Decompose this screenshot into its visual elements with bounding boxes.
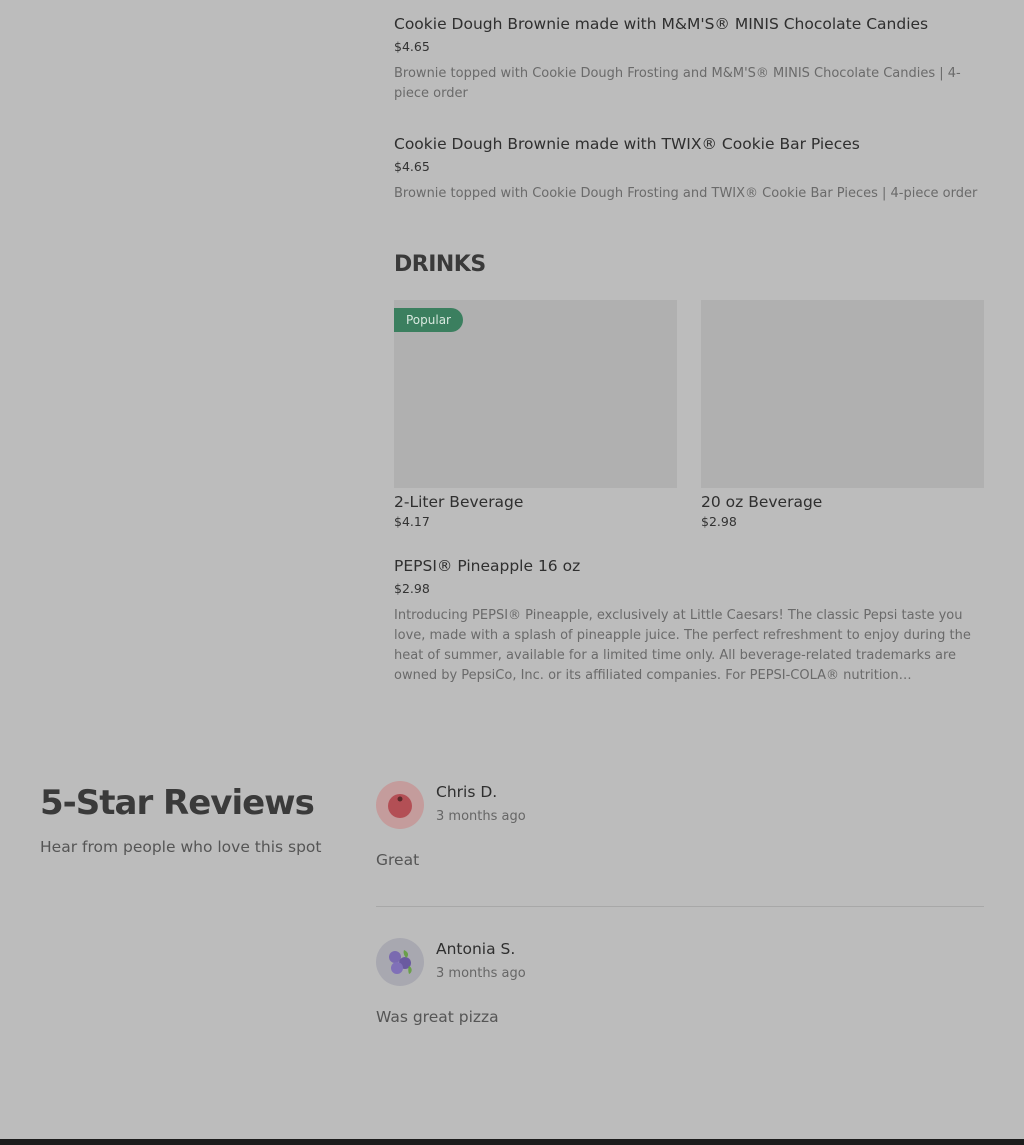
- drink-card-title: 2-Liter Beverage: [394, 493, 524, 511]
- blueberry-avatar-icon: [376, 938, 424, 986]
- menu-item[interactable]: Cookie Dough Brownie made with TWIX® Coo…: [394, 134, 984, 204]
- menu-item-price: $4.65: [394, 159, 430, 174]
- menu-item-description: Brownie topped with Cookie Dough Frostin…: [394, 66, 961, 101]
- drink-image-placeholder: [701, 300, 984, 488]
- menu-item[interactable]: PEPSI® Pineapple 16 oz $2.98 Introducing…: [394, 556, 984, 686]
- review-date: 3 months ago: [436, 809, 526, 824]
- menu-item[interactable]: Cookie Dough Brownie made with M&M'S® MI…: [394, 14, 984, 104]
- review-text: Was great pizza: [376, 1008, 499, 1026]
- menu-item-price: $2.98: [394, 581, 430, 596]
- drink-card-price: $4.17: [394, 514, 430, 529]
- menu-item-description: Introducing PEPSI® Pineapple, exclusivel…: [394, 608, 971, 683]
- drink-card[interactable]: 20 oz Beverage $2.98: [701, 300, 984, 529]
- drink-image-placeholder: Popular: [394, 300, 677, 488]
- menu-item-title: Cookie Dough Brownie made with TWIX® Coo…: [394, 135, 860, 153]
- menu-item-title: PEPSI® Pineapple 16 oz: [394, 557, 581, 575]
- reviews-title: 5-Star Reviews: [40, 783, 315, 823]
- reviewer-name: Antonia S.: [436, 940, 516, 958]
- review-date: 3 months ago: [436, 966, 526, 981]
- drink-card-price: $2.98: [701, 514, 737, 529]
- cherry-avatar-icon: [376, 781, 424, 829]
- drink-card[interactable]: Popular 2-Liter Beverage $4.17: [394, 300, 677, 529]
- popular-badge: Popular: [394, 308, 463, 332]
- drink-card-title: 20 oz Beverage: [701, 493, 823, 511]
- divider: [376, 906, 984, 907]
- footer-bar: [0, 1139, 1024, 1145]
- drinks-section-title: DRINKS: [394, 252, 486, 277]
- menu-item-description: Brownie topped with Cookie Dough Frostin…: [394, 186, 978, 201]
- review-text: Great: [376, 851, 420, 869]
- menu-item-price: $4.65: [394, 39, 430, 54]
- reviews-subtitle: Hear from people who love this spot: [40, 838, 322, 856]
- reviewer-name: Chris D.: [436, 783, 498, 801]
- menu-item-title: Cookie Dough Brownie made with M&M'S® MI…: [394, 15, 929, 33]
